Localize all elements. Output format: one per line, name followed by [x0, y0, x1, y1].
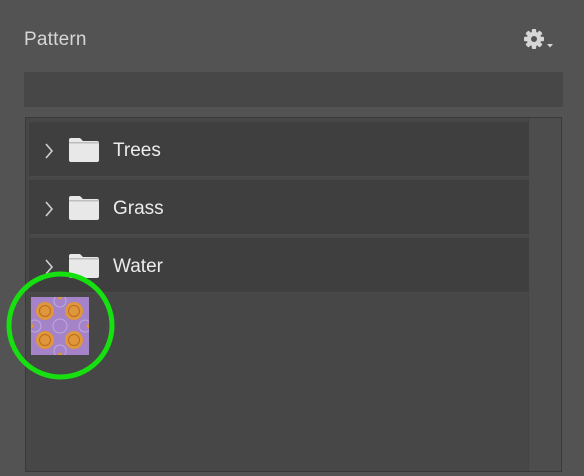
pattern-thumbnail [28, 294, 92, 358]
chevron-right-icon[interactable] [44, 142, 54, 160]
group-label: Trees [113, 140, 161, 161]
folder-icon [69, 254, 99, 278]
panel-settings-button[interactable] [522, 27, 558, 53]
pattern-list: Trees Grass Water [25, 117, 562, 472]
pattern-swatch[interactable] [28, 294, 92, 358]
group-row-grass[interactable]: Grass [29, 180, 529, 236]
gear-icon [524, 29, 553, 49]
group-row-trees[interactable]: Trees [29, 122, 529, 178]
caret-down-icon [547, 44, 553, 48]
group-label: Grass [113, 198, 164, 219]
folder-icon [69, 196, 99, 220]
scrollbar-track[interactable] [528, 118, 561, 471]
folder-icon [69, 138, 99, 162]
chevron-right-icon[interactable] [44, 258, 54, 276]
panel-title: Pattern [24, 29, 87, 50]
group-label: Water [113, 256, 163, 277]
group-row-water[interactable]: Water [29, 238, 529, 294]
pattern-search-field[interactable] [24, 72, 563, 107]
chevron-right-icon[interactable] [44, 200, 54, 218]
